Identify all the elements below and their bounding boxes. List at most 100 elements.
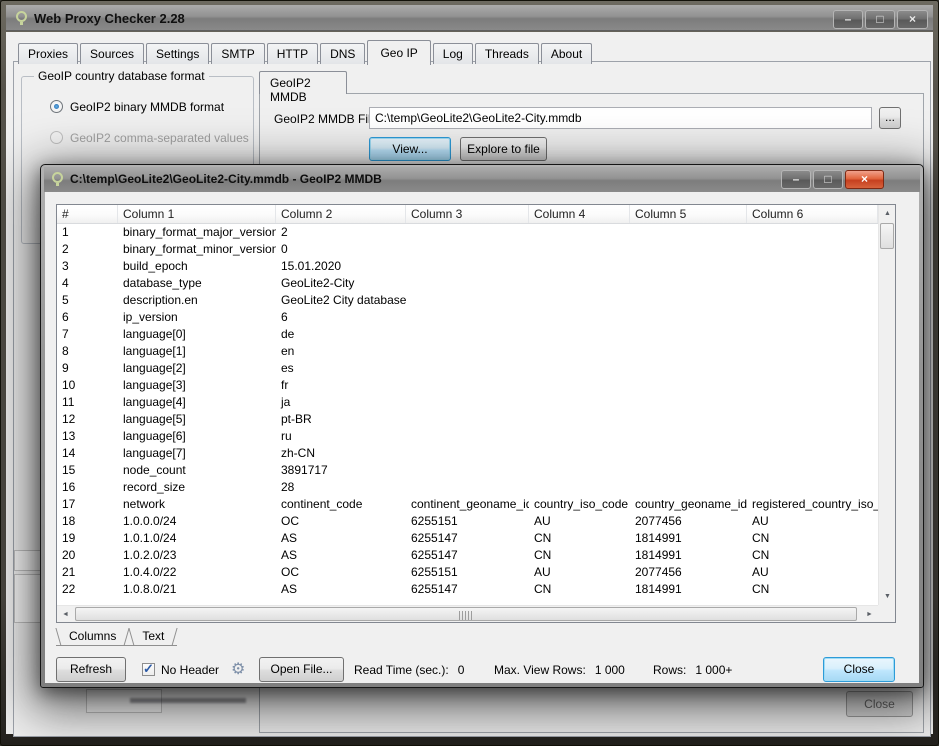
tab-smtp[interactable]: SMTP [211, 43, 265, 64]
table-cell [747, 326, 878, 343]
table-row[interactable]: 14 language[7] zh-CN [57, 445, 878, 462]
table-cell [406, 360, 529, 377]
column-header[interactable]: Column 4 [529, 205, 630, 223]
table-row[interactable]: 21 1.0.4.0/22 OC 6255151 AU 2077456 AU [57, 564, 878, 581]
table-cell [406, 394, 529, 411]
radio-geoip2-csv[interactable] [50, 131, 63, 144]
table-row[interactable]: 5 description.en GeoLite2 City database [57, 292, 878, 309]
dialog-close-button[interactable]: × [845, 170, 884, 189]
table-cell: 10 [62, 378, 76, 392]
tab-threads[interactable]: Threads [474, 43, 539, 64]
maximize-button[interactable]: □ [865, 10, 895, 29]
browse-button[interactable]: ... [879, 107, 901, 129]
background-panel-fragment [14, 550, 41, 571]
table-row[interactable]: 9 language[2] es [57, 360, 878, 377]
table-cell: database_type [123, 276, 202, 290]
table-cell [747, 224, 878, 241]
column-header[interactable]: Column 6 [747, 205, 878, 223]
table-cell: pt-BR [281, 412, 312, 426]
table-row[interactable]: 3 build_epoch 15.01.2020 [57, 258, 878, 275]
background-close-button[interactable]: Close [846, 691, 913, 717]
tab-geo-ip[interactable]: Geo IP [367, 40, 431, 65]
minimize-button[interactable]: – [833, 10, 863, 29]
table-row[interactable]: 8 language[1] en [57, 343, 878, 360]
dialog-titlebar[interactable]: C:\temp\GeoLite2\GeoLite2-City.mmdb - Ge… [44, 167, 920, 192]
dialog-minimize-button[interactable]: – [781, 170, 811, 189]
table-cell [529, 292, 630, 309]
bottom-tab-columns[interactable]: Columns [56, 628, 130, 646]
table-row[interactable]: 16 record_size 28 [57, 479, 878, 496]
table-cell [406, 411, 529, 428]
dialog-maximize-button[interactable]: □ [813, 170, 843, 189]
horizontal-scroll-thumb[interactable] [75, 607, 857, 621]
table-cell: 6255147 [411, 548, 458, 562]
table-cell: language[0] [123, 327, 186, 341]
tab-geoip2-mmdb[interactable]: GeoIP2 MMDB [259, 71, 347, 104]
table-row[interactable]: 10 language[3] fr [57, 377, 878, 394]
tab-http[interactable]: HTTP [266, 43, 319, 64]
table-row[interactable]: 18 1.0.0.0/24 OC 6255151 AU 2077456 AU [57, 513, 878, 530]
bottom-tab-text[interactable]: Text [129, 628, 178, 646]
tab-about[interactable]: About [540, 43, 593, 64]
table-row[interactable]: 7 language[0] de [57, 326, 878, 343]
tab-dns[interactable]: DNS [320, 43, 366, 64]
no-header-checkbox[interactable]: ✓ [142, 661, 155, 676]
explore-to-file-button[interactable]: Explore to file [460, 137, 547, 161]
open-file-button[interactable]: Open File... [259, 657, 344, 682]
main-titlebar[interactable]: Web Proxy Checker 2.28 – □ × [6, 5, 933, 31]
table-row[interactable]: 20 1.0.2.0/23 AS 6255147 CN 1814991 CN [57, 547, 878, 564]
table-cell: registered_country_iso_code [752, 497, 878, 511]
close-button[interactable]: × [897, 10, 928, 29]
table-cell [747, 377, 878, 394]
table-cell [529, 445, 630, 462]
vertical-scroll-thumb[interactable] [880, 223, 894, 249]
tab-settings[interactable]: Settings [146, 43, 210, 64]
table-cell: country_geoname_id [635, 497, 747, 511]
column-header[interactable]: Column 5 [630, 205, 747, 223]
table-cell [406, 258, 529, 275]
radio-geoip2-mmdb-label: GeoIP2 binary MMDB format [70, 100, 225, 114]
table-row[interactable]: 11 language[4] ja [57, 394, 878, 411]
table-cell [747, 343, 878, 360]
table-row[interactable]: 2 binary_format_minor_version 0 [57, 241, 878, 258]
table-row[interactable]: 22 1.0.8.0/21 AS 6255147 CN 1814991 CN [57, 581, 878, 598]
tab-proxies[interactable]: Proxies [18, 43, 79, 64]
view-button[interactable]: View... [369, 137, 451, 161]
dialog-close-action-button[interactable]: Close [823, 657, 895, 682]
table-row[interactable]: 13 language[6] ru [57, 428, 878, 445]
table-cell: OC [281, 565, 299, 579]
column-header[interactable]: Column 1 [118, 205, 276, 223]
scroll-up-icon[interactable]: ▲ [879, 205, 896, 222]
table-row[interactable]: 12 language[5] pt-BR [57, 411, 878, 428]
mmdb-file-input[interactable]: C:\temp\GeoLite2\GeoLite2-City.mmdb [369, 107, 872, 129]
read-time-value: 0 [457, 663, 465, 677]
refresh-button[interactable]: Refresh [56, 657, 126, 682]
tab-log[interactable]: Log [432, 43, 473, 64]
scroll-left-icon[interactable]: ◄ [57, 606, 74, 623]
table-cell [529, 377, 630, 394]
column-header[interactable]: Column 2 [276, 205, 406, 223]
table-cell: network [123, 497, 166, 511]
tab-sources[interactable]: Sources [80, 43, 145, 64]
column-header[interactable]: # [57, 205, 118, 223]
table-row[interactable]: 4 database_type GeoLite2-City [57, 275, 878, 292]
settings-gear-icon[interactable]: ⚙ [231, 659, 245, 679]
table-row[interactable]: 15 node_count 3891717 [57, 462, 878, 479]
scroll-down-icon[interactable]: ▼ [879, 588, 896, 605]
table-cell: CN [752, 548, 770, 562]
table-cell: AS [281, 531, 298, 545]
radio-geoip2-mmdb[interactable] [50, 100, 63, 113]
table-row[interactable]: 17 network continent_code continent_geoname… [57, 496, 878, 513]
table-cell [630, 445, 747, 462]
table-row[interactable]: 19 1.0.1.0/24 AS 6255147 CN 1814991 CN [57, 530, 878, 547]
vertical-scrollbar[interactable]: ▲ ▼ [878, 205, 895, 605]
table-row[interactable]: 6 ip_version 6 [57, 309, 878, 326]
column-header[interactable]: Column 3 [406, 205, 529, 223]
table-cell: 2077456 [635, 514, 682, 528]
table-cell: 11 [62, 395, 75, 409]
table-cell: 4 [62, 276, 69, 290]
table-row[interactable]: 1 binary_format_major_version 2 [57, 224, 878, 241]
scroll-right-icon[interactable]: ► [861, 606, 878, 623]
horizontal-scrollbar[interactable]: ◄ ► [57, 605, 878, 622]
table-cell [406, 343, 529, 360]
